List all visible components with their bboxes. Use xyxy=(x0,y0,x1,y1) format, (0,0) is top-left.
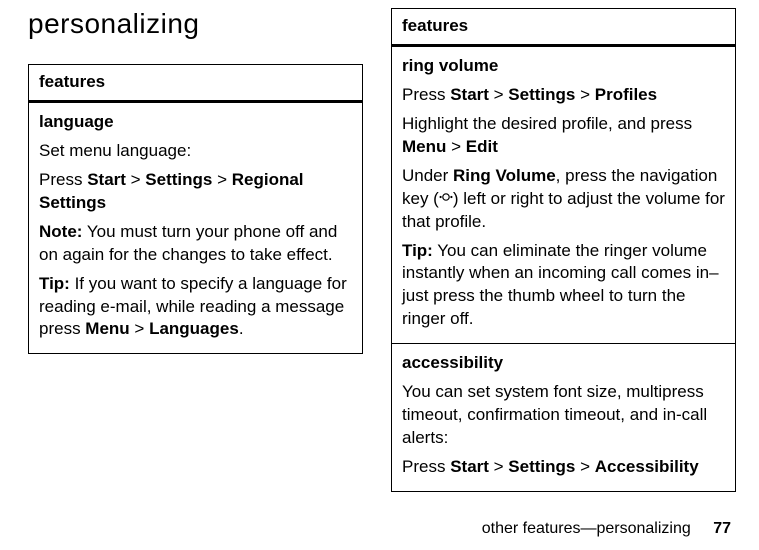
press-label: Press xyxy=(402,457,450,476)
language-intro: Set menu language: xyxy=(39,140,352,163)
sep: > xyxy=(446,137,465,156)
page-number: 77 xyxy=(713,520,731,537)
sep: > xyxy=(575,457,594,476)
highlight-text: Highlight the desired profile, and press xyxy=(402,114,692,133)
accessibility-title: accessibility xyxy=(402,352,725,375)
ring-volume-tip: Tip: You can eliminate the ringer volume… xyxy=(402,240,725,332)
settings-label: Settings xyxy=(508,85,575,104)
language-path: Press Start > Settings > Regional Settin… xyxy=(39,169,352,215)
press-label: Press xyxy=(402,85,450,104)
sep: > xyxy=(489,457,508,476)
start-label: Start xyxy=(450,457,489,476)
features-header: features xyxy=(29,65,363,102)
profiles-label: Profiles xyxy=(595,85,657,104)
features-header: features xyxy=(392,9,736,46)
menu-label: Menu xyxy=(402,137,446,156)
right-column: features ring volume Press Start > Setti… xyxy=(391,8,736,492)
footer-text: other features—personalizing xyxy=(482,520,691,537)
ring-volume-title: ring volume xyxy=(402,55,725,78)
start-label: Start xyxy=(450,85,489,104)
page: personalizing features language Set menu… xyxy=(0,0,759,550)
languages-label: Languages xyxy=(149,319,239,338)
table-row: language Set menu language: Press Start … xyxy=(29,101,363,353)
tip-label: Tip: xyxy=(39,274,70,293)
settings-label: Settings xyxy=(145,170,212,189)
ring-volume-highlight: Highlight the desired profile, and press… xyxy=(402,113,725,159)
language-note: Note: You must turn your phone off and o… xyxy=(39,221,352,267)
footer: other features—personalizing 77 xyxy=(482,520,731,538)
left-column: personalizing features language Set menu… xyxy=(28,8,363,354)
accessibility-label: Accessibility xyxy=(595,457,699,476)
edit-label: Edit xyxy=(466,137,498,156)
note-label: Note: xyxy=(39,222,82,241)
language-cell: language Set menu language: Press Start … xyxy=(29,101,363,353)
tip-label: Tip: xyxy=(402,241,433,260)
accessibility-intro: You can set system font size, multipress… xyxy=(402,381,725,450)
note-text: You must turn your phone off and on agai… xyxy=(39,222,337,264)
table-header-row: features xyxy=(29,65,363,102)
sep: > xyxy=(130,319,149,338)
table-row: ring volume Press Start > Settings > Pro… xyxy=(392,45,736,343)
sep: > xyxy=(489,85,508,104)
sep: > xyxy=(212,170,231,189)
press-label: Press xyxy=(39,170,87,189)
ring-volume-under: Under Ring Volume, press the navigation … xyxy=(402,165,725,234)
sep: > xyxy=(126,170,145,189)
table-header-row: features xyxy=(392,9,736,46)
ring-volume-label: Ring Volume xyxy=(453,166,556,185)
ring-volume-cell: ring volume Press Start > Settings > Pro… xyxy=(392,45,736,343)
tip-text: You can eliminate the ringer volume inst… xyxy=(402,241,719,329)
under-text-a: Under xyxy=(402,166,453,185)
settings-label: Settings xyxy=(508,457,575,476)
features-table-right: features ring volume Press Start > Setti… xyxy=(391,8,736,492)
start-label: Start xyxy=(87,170,126,189)
sep: > xyxy=(575,85,594,104)
features-table-left: features language Set menu language: Pre… xyxy=(28,64,363,354)
ring-volume-path: Press Start > Settings > Profiles xyxy=(402,84,725,107)
navigation-key-icon xyxy=(439,188,453,211)
tip-text-b: . xyxy=(239,319,244,338)
accessibility-path: Press Start > Settings > Accessibility xyxy=(402,456,725,479)
accessibility-cell: accessibility You can set system font si… xyxy=(392,344,736,492)
language-tip: Tip: If you want to specify a language f… xyxy=(39,273,352,342)
language-title: language xyxy=(39,111,352,134)
menu-label: Menu xyxy=(85,319,129,338)
page-title: personalizing xyxy=(28,8,363,40)
table-row: accessibility You can set system font si… xyxy=(392,344,736,492)
